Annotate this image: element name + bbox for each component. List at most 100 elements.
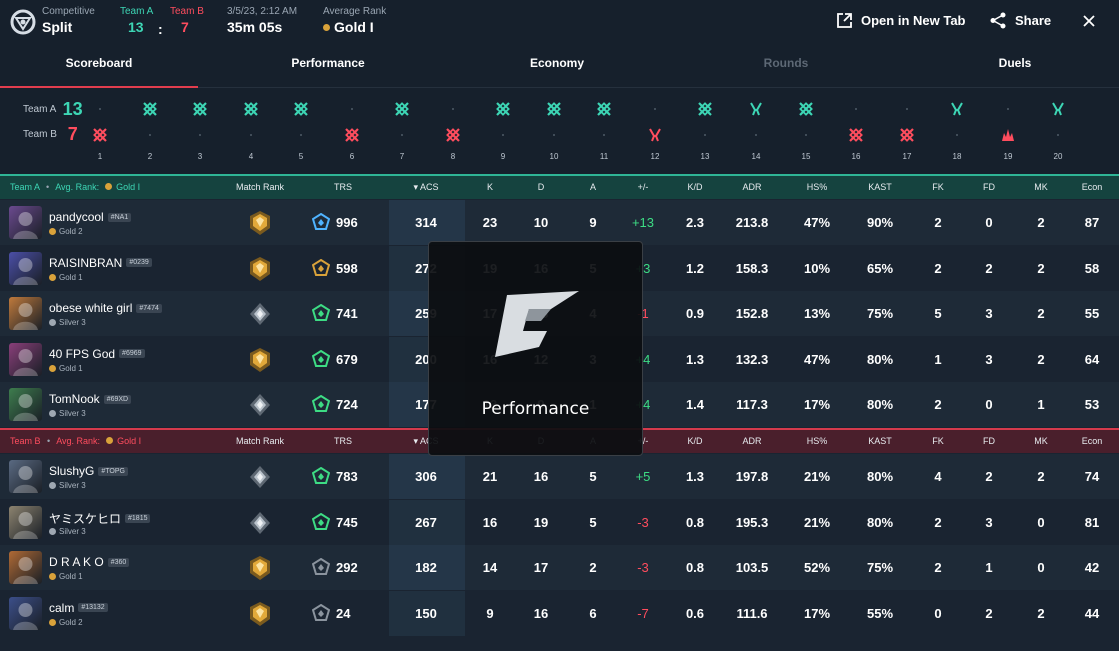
player-row[interactable]: D R A K O #360 Gold 1 292 182 14 17 2 -3 0.8 103.5… (0, 545, 1119, 590)
mode-map-block: Competitive Split (42, 6, 95, 36)
column-header-pm[interactable]: +/- (618, 176, 668, 199)
player-row[interactable]: ヤミスケヒロ #1815 Silver 3 745 267 16 19 5 -3 0.8 195.3… (0, 499, 1119, 545)
round-14[interactable]: 14 (741, 88, 771, 174)
player-name-block[interactable]: calm #13132 (49, 601, 108, 615)
player-tag: #6969 (119, 349, 145, 358)
open-new-tab-button[interactable]: Open in New Tab (836, 12, 966, 29)
performance-overlay[interactable]: Performance (428, 241, 643, 456)
round-6[interactable]: 6 (337, 88, 367, 174)
player-name[interactable]: RAISINBRAN (49, 256, 122, 270)
score-separator: : (158, 20, 163, 38)
column-header-trs[interactable]: TRS (318, 176, 368, 199)
player-row[interactable]: pandycool #NA1 Gold 2 996 314 23 10 9 +13 2.3 213.… (0, 200, 1119, 245)
column-header-matchrank[interactable]: Match Rank (225, 430, 295, 453)
column-header-fd[interactable]: FD (964, 176, 1014, 199)
silver-rank-icon (49, 527, 56, 535)
round-2[interactable]: 2 (135, 88, 165, 174)
round-5[interactable]: 5 (286, 88, 316, 174)
column-header-fk[interactable]: FK (913, 430, 963, 453)
round-20[interactable]: 20 (1043, 88, 1073, 174)
player-name-block[interactable]: obese white girl #7474 (49, 301, 162, 315)
round-8[interactable]: 8 (438, 88, 468, 174)
column-header-econ[interactable]: Econ (1067, 176, 1117, 199)
column-header-mk[interactable]: MK (1016, 430, 1066, 453)
round-7[interactable]: 7 (387, 88, 417, 174)
column-header-acs[interactable]: ▾ ACS (401, 176, 451, 199)
player-name-block[interactable]: RAISINBRAN #0239 (49, 256, 152, 270)
tab-duels[interactable]: Duels (916, 42, 1114, 88)
silver-match-rank-icon (248, 464, 272, 490)
round-1[interactable]: 1 (85, 88, 115, 174)
trs-value: 745 (336, 514, 358, 530)
elimination-icon (495, 101, 511, 117)
player-name-block[interactable]: SlushyG #TOPG (49, 464, 128, 478)
stat-kast: 55% (866, 605, 894, 621)
average-rank-text: Gold I (334, 19, 374, 35)
player-rank: Gold 2 (59, 227, 83, 236)
column-header-matchrank[interactable]: Match Rank (225, 176, 295, 199)
round-16[interactable]: 16 (841, 88, 871, 174)
player-name[interactable]: pandycool (49, 210, 104, 224)
player-name[interactable]: 40 FPS God (49, 347, 115, 361)
round-number: 12 (650, 152, 660, 161)
elimination-icon (798, 101, 814, 117)
round-19[interactable]: 19 (993, 88, 1023, 174)
column-header-adr[interactable]: ADR (727, 430, 777, 453)
column-header-econ[interactable]: Econ (1067, 430, 1117, 453)
column-header-trs[interactable]: TRS (318, 430, 368, 453)
round-10[interactable]: 10 (539, 88, 569, 174)
round-17[interactable]: 17 (892, 88, 922, 174)
round-9[interactable]: 9 (488, 88, 518, 174)
player-name-block[interactable]: 40 FPS God #6969 (49, 347, 145, 361)
round-18[interactable]: 18 (942, 88, 972, 174)
player-name-block[interactable]: ヤミスケヒロ #1815 (49, 510, 151, 527)
stat-kast: 90% (866, 215, 894, 230)
player-row[interactable]: SlushyG #TOPG Silver 3 783 306 21 16 5 +5 1.3 197.… (0, 454, 1119, 499)
stat-kd: 2.3 (685, 215, 705, 230)
column-header-fk[interactable]: FK (913, 176, 963, 199)
player-name[interactable]: obese white girl (49, 301, 132, 315)
round-3[interactable]: 3 (185, 88, 215, 174)
gold-rank-icon (49, 573, 56, 580)
player-rank-block: Silver 3 (49, 527, 86, 536)
round-12[interactable]: 12 (640, 88, 670, 174)
column-header-d[interactable]: D (516, 176, 566, 199)
column-header-kast[interactable]: KAST (855, 176, 905, 199)
round-4[interactable]: 4 (236, 88, 266, 174)
stat-adr: 117.3 (736, 397, 768, 412)
player-row[interactable]: calm #13132 Gold 2 24 150 9 16 6 -7 0.6 111.6 17% 55… (0, 590, 1119, 636)
stat-kast: 80% (866, 514, 894, 530)
agent-avatar (9, 297, 42, 330)
column-header-kd[interactable]: K/D (670, 176, 720, 199)
stat-adr: 111.6 (736, 605, 768, 621)
tab-economy[interactable]: Economy (458, 42, 656, 88)
column-header-kd[interactable]: K/D (670, 430, 720, 453)
share-button[interactable]: Share (990, 12, 1051, 29)
column-header-fd[interactable]: FD (964, 430, 1014, 453)
player-name-block[interactable]: D R A K O #360 (49, 555, 130, 569)
column-header-adr[interactable]: ADR (727, 176, 777, 199)
player-rank-block: Silver 3 (49, 409, 86, 418)
round-13[interactable]: 13 (690, 88, 720, 174)
player-name[interactable]: calm (49, 601, 74, 615)
player-name-block[interactable]: pandycool #NA1 (49, 210, 132, 224)
player-name[interactable]: SlushyG (49, 464, 94, 478)
player-name[interactable]: D R A K O (49, 555, 104, 569)
column-header-hs[interactable]: HS% (792, 430, 842, 453)
column-header-hs[interactable]: HS% (792, 176, 842, 199)
player-name[interactable]: ヤミスケヒロ (49, 510, 121, 527)
player-name[interactable]: TomNook (49, 392, 100, 406)
column-header-k[interactable]: K (465, 176, 515, 199)
round-15[interactable]: 15 (791, 88, 821, 174)
stat-econ: 53 (1084, 397, 1100, 412)
elimination-icon (243, 101, 259, 117)
column-header-a[interactable]: A (568, 176, 618, 199)
round-11[interactable]: 11 (589, 88, 619, 174)
round-number: 17 (902, 152, 912, 161)
column-header-kast[interactable]: KAST (855, 430, 905, 453)
tab-scoreboard[interactable]: Scoreboard (0, 42, 198, 88)
player-name-block[interactable]: TomNook #69XD (49, 392, 132, 406)
column-header-mk[interactable]: MK (1016, 176, 1066, 199)
close-icon[interactable] (1080, 12, 1098, 30)
tab-performance[interactable]: Performance (229, 42, 427, 88)
